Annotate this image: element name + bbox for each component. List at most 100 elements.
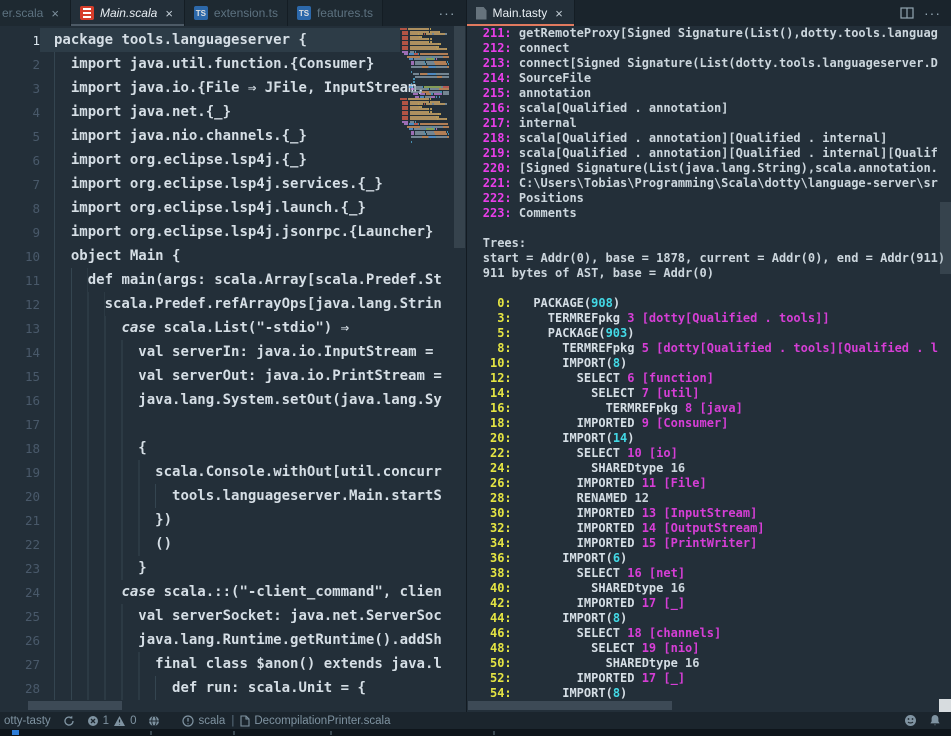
tasty-line[interactable] [476,281,951,296]
tasty-line[interactable]: 26: IMPORTED 11 [File] [476,476,951,491]
tasty-line[interactable]: 44: IMPORT(8) [476,611,951,626]
code-line[interactable]: 19scala.Console.withOut[util.concurr [0,460,466,484]
tab-main-scala[interactable]: Main.scala × [71,0,185,26]
code-line[interactable]: 6import org.eclipse.lsp4j.{_} [0,148,466,172]
code-line[interactable]: 25val serverSocket: java.net.ServerSoc [0,604,466,628]
tasty-line[interactable]: 42: IMPORTED 17 [_] [476,596,951,611]
more-actions-icon[interactable]: ··· [439,5,456,21]
tasty-line[interactable]: 40: SHAREDtype 16 [476,581,951,596]
tab-er-scala[interactable]: er.scala × [0,0,71,26]
left-vertical-scrollbar[interactable] [453,26,466,712]
code-line[interactable]: 24case scala.::("-client_command", clien [0,580,466,604]
left-horizontal-scrollbar[interactable] [28,701,122,710]
code-line[interactable]: 3import java.io.{File ⇒ JFile, InputStre… [0,76,466,100]
tasty-line[interactable]: 22: SELECT 10 [io] [476,446,951,461]
code-line[interactable]: 27final class $anon() extends java.l [0,652,466,676]
code-line[interactable]: 22() [0,532,466,556]
git-branch-item[interactable]: otty-tasty [4,715,51,727]
tasty-line[interactable]: 28: RENAMED 12 [476,491,951,506]
tasty-line[interactable]: Trees: [476,236,951,251]
code-line[interactable]: 21}) [0,508,466,532]
close-icon[interactable]: × [553,6,565,21]
tasty-line[interactable]: 219: scala[Qualified . annotation][Quali… [476,146,951,161]
tasty-line[interactable]: 220: [Signed Signature(List(java.lang.St… [476,161,951,176]
code-line[interactable]: 12scala.Predef.refArrayOps[java.lang.Str… [0,292,466,316]
more-actions-icon[interactable]: ··· [924,5,941,21]
tasty-line[interactable]: 32: IMPORTED 14 [OutputStream] [476,521,951,536]
tasty-line[interactable]: 46: SELECT 18 [channels] [476,626,951,641]
tab-extension-ts[interactable]: TS extension.ts [185,0,288,26]
tasty-line[interactable]: 30: IMPORTED 13 [InputStream] [476,506,951,521]
tasty-line[interactable]: 214: SourceFile [476,71,951,86]
sync-button[interactable] [63,715,75,727]
code-line[interactable]: 5import java.nio.channels.{_} [0,124,466,148]
tasty-line[interactable]: 5: PACKAGE(903) [476,326,951,341]
code-line[interactable]: 9import org.eclipse.lsp4j.jsonrpc.{Launc… [0,220,466,244]
tasty-line[interactable]: 38: SELECT 16 [net] [476,566,951,581]
tasty-line[interactable]: 16: TERMREFpkg 8 [java] [476,401,951,416]
tasty-line[interactable]: 0: PACKAGE(908) [476,296,951,311]
problems-item[interactable]: 1 0 [87,715,137,727]
code-line[interactable]: 1package tools.languageserver { [0,28,466,52]
code-line[interactable]: 11def main(args: scala.Array[scala.Prede… [0,268,466,292]
right-vertical-scrollbar[interactable] [939,26,951,712]
code-line[interactable]: 15val serverOut: java.io.PrintStream = [0,364,466,388]
tasty-line[interactable]: 221: C:\Users\Tobias\Programming\Scala\d… [476,176,951,191]
notifications-bell-icon[interactable] [929,714,941,727]
code-line[interactable]: 7import org.eclipse.lsp4j.services.{_} [0,172,466,196]
close-icon[interactable]: × [163,6,175,21]
tasty-line[interactable]: start = Addr(0), base = 1878, current = … [476,251,951,266]
tasty-line[interactable]: 54: IMPORT(8) [476,686,951,701]
scrollbar-thumb[interactable] [940,202,951,274]
tasty-line[interactable]: 52: IMPORTED 17 [_] [476,671,951,686]
code-line[interactable]: 8import org.eclipse.lsp4j.launch.{_} [0,196,466,220]
tab-features-ts[interactable]: TS features.ts [288,0,383,26]
code-line[interactable]: 14val serverIn: java.io.InputStream = [0,340,466,364]
code-line[interactable]: 20tools.languageserver.Main.startS [0,484,466,508]
tab-main-tasty[interactable]: Main.tasty × [467,0,575,26]
tasty-line[interactable]: 20: IMPORT(14) [476,431,951,446]
tasty-line[interactable] [476,221,951,236]
tasty-line[interactable]: 217: internal [476,116,951,131]
tasty-line[interactable]: 18: IMPORTED 9 [Consumer] [476,416,951,431]
tasty-line[interactable]: 215: annotation [476,86,951,101]
tasty-line[interactable]: 36: IMPORT(6) [476,551,951,566]
tasty-line[interactable]: 50: SHAREDtype 16 [476,656,951,671]
live-share-item[interactable] [148,715,160,727]
tasty-editor[interactable]: 211: getRemoteProxy[Signed Signature(Lis… [468,26,951,712]
code-line[interactable]: 13case scala.List("-stdio") ⇒ [0,316,466,340]
minimap[interactable] [400,28,452,712]
code-line[interactable]: 18{ [0,436,466,460]
language-status-item[interactable]: scala | DecompilationPrinter.scala [182,715,390,727]
tasty-line[interactable]: 14: SELECT 7 [util] [476,386,951,401]
close-icon[interactable]: × [49,6,61,21]
tasty-line[interactable]: 911 bytes of AST, base = Addr(0) [476,266,951,281]
tasty-line[interactable]: 3: TERMREFpkg 3 [dotty[Qualified . tools… [476,311,951,326]
tasty-line[interactable]: 8: TERMREFpkg 5 [dotty[Qualified . tools… [476,341,951,356]
code-line[interactable]: 2import java.util.function.{Consumer} [0,52,466,76]
tasty-line[interactable]: 211: getRemoteProxy[Signed Signature(Lis… [476,26,951,41]
tasty-line[interactable]: 48: SELECT 19 [nio] [476,641,951,656]
code-line[interactable]: 28def run: scala.Unit = { [0,676,466,700]
tasty-line[interactable]: 10: IMPORT(8) [476,356,951,371]
tasty-line[interactable]: 34: IMPORTED 15 [PrintWriter] [476,536,951,551]
tasty-line[interactable]: 213: connect[Signed Signature(List(dotty… [476,56,951,71]
feedback-smiley-icon[interactable] [904,714,917,727]
scrollbar-thumb[interactable] [454,26,465,248]
tasty-line[interactable]: 24: SHAREDtype 16 [476,461,951,476]
code-line[interactable]: 4import java.net.{_} [0,100,466,124]
code-line[interactable]: 23} [0,556,466,580]
tasty-line[interactable]: 223: Comments [476,206,951,221]
tasty-line[interactable]: 218: scala[Qualified . annotation][Quali… [476,131,951,146]
tasty-line[interactable]: 12: SELECT 6 [function] [476,371,951,386]
scala-editor[interactable]: 1package tools.languageserver {2import j… [0,26,466,712]
split-editor-icon[interactable] [900,6,914,20]
code-line[interactable]: 17 [0,412,466,436]
code-line[interactable]: 10object Main { [0,244,466,268]
tasty-line[interactable]: 212: connect [476,41,951,56]
right-horizontal-scrollbar[interactable] [468,701,672,710]
code-line[interactable]: 16java.lang.System.setOut(java.lang.Sy [0,388,466,412]
tasty-line[interactable]: 216: scala[Qualified . annotation] [476,101,951,116]
code-line[interactable]: 26java.lang.Runtime.getRuntime().addSh [0,628,466,652]
tasty-line[interactable]: 222: Positions [476,191,951,206]
